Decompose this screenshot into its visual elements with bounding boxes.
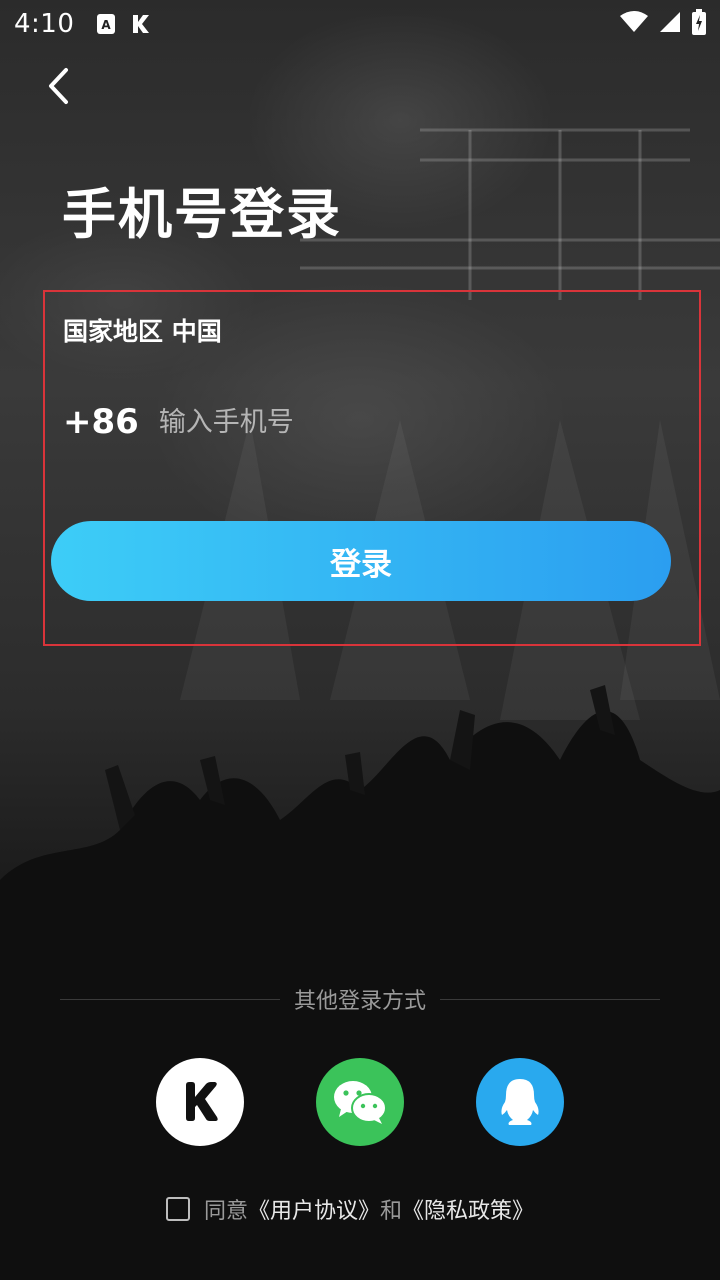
agreement-checkbox[interactable] [166, 1197, 190, 1221]
phone-input[interactable] [158, 400, 619, 444]
wifi-icon [620, 11, 648, 37]
wechat-login-button[interactable] [316, 1058, 404, 1146]
phone-row: +86 [63, 400, 619, 444]
signal-icon [658, 11, 682, 37]
agreement-and: 和 [380, 1199, 403, 1224]
login-form: 国家地区 中国 +86 登录 [43, 290, 701, 646]
k-app-notification-icon [130, 13, 150, 35]
app-notification-icon: A [96, 13, 116, 35]
status-time: 4:10 [14, 9, 75, 39]
k-login-button[interactable] [156, 1058, 244, 1146]
region-label: 国家地区 [63, 317, 172, 346]
other-login-label: 其他登录方式 [294, 989, 427, 1014]
login-button[interactable]: 登录 [51, 521, 671, 601]
privacy-policy-link[interactable]: 《隐私政策》 [402, 1193, 534, 1225]
page-title: 手机号登录 [62, 183, 342, 246]
other-login-divider: 其他登录方式 [60, 984, 661, 1014]
chevron-left-icon [49, 68, 68, 104]
back-button[interactable] [38, 64, 78, 108]
agreement-row: 同意 《用户协议》 和 《隐私政策》 [166, 1194, 534, 1224]
social-login-row [0, 1058, 720, 1148]
divider-line-right [440, 998, 661, 1000]
qq-icon [501, 1079, 539, 1125]
divider-line-left [60, 998, 280, 1000]
qq-login-button[interactable] [476, 1058, 564, 1146]
agreement-prefix: 同意 [204, 1199, 249, 1224]
region-value: 中国 [171, 317, 222, 346]
user-agreement-link[interactable]: 《用户协议》 [248, 1193, 380, 1225]
status-bar: 4:10 A [0, 0, 720, 48]
svg-text:A: A [102, 18, 112, 32]
battery-icon [692, 9, 706, 39]
country-code[interactable]: +86 [63, 402, 139, 442]
wechat-icon [334, 1081, 387, 1124]
k-icon [186, 1082, 218, 1121]
region-selector[interactable]: 国家地区 中国 [63, 312, 222, 348]
